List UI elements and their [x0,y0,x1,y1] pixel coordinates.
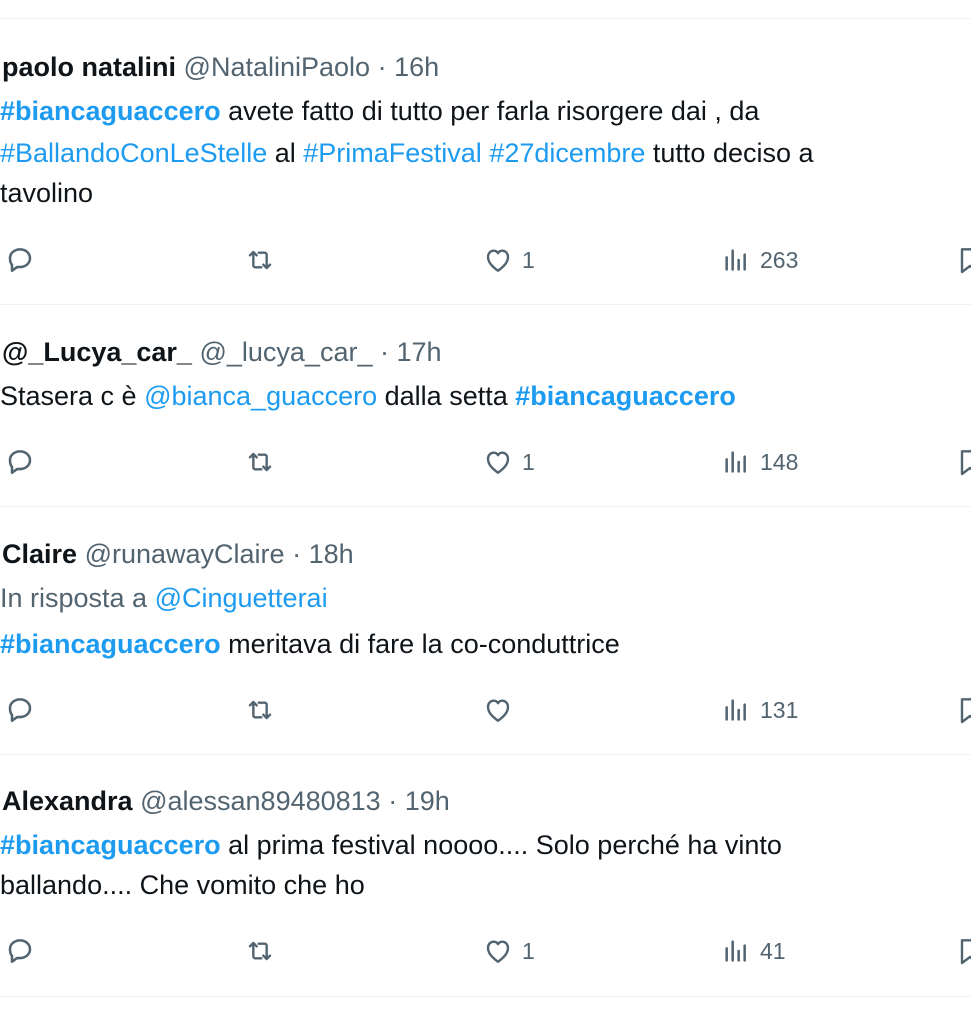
timestamp[interactable]: 19h [405,786,450,816]
divider [0,996,971,997]
author-handle[interactable]: @alessan89480813 [140,786,381,816]
tweet-header: Alexandra @alessan89480813 · 19h [2,784,450,818]
view-count: 41 [760,937,786,964]
like-button[interactable]: 1 [482,935,535,967]
tweet-text-line: ballando.... Che vomito che ho [0,868,365,902]
reply-button[interactable] [4,935,36,967]
bookmark-icon [958,935,971,967]
author-name[interactable]: Alexandra [2,786,133,816]
separator-dot: · [388,786,398,816]
like-count: 1 [522,937,535,964]
hashtag-link[interactable]: #biancaguaccero [0,830,221,860]
reply-icon [4,935,36,967]
tweet-text: ballando.... Che vomito che ho [0,870,365,900]
views-button[interactable]: 41 [720,935,786,967]
tweet-text: al prima festival noooo.... Solo perché … [220,830,782,860]
tweet[interactable]: Alexandra @alessan89480813 · 19h #bianca… [0,0,971,996]
bookmark-button[interactable] [958,935,971,967]
tweet-text-line: #biancaguaccero al prima festival noooo.… [0,828,782,862]
retweet-button[interactable] [243,935,277,967]
views-icon [720,935,752,967]
heart-icon [482,935,514,967]
retweet-icon [243,935,277,967]
